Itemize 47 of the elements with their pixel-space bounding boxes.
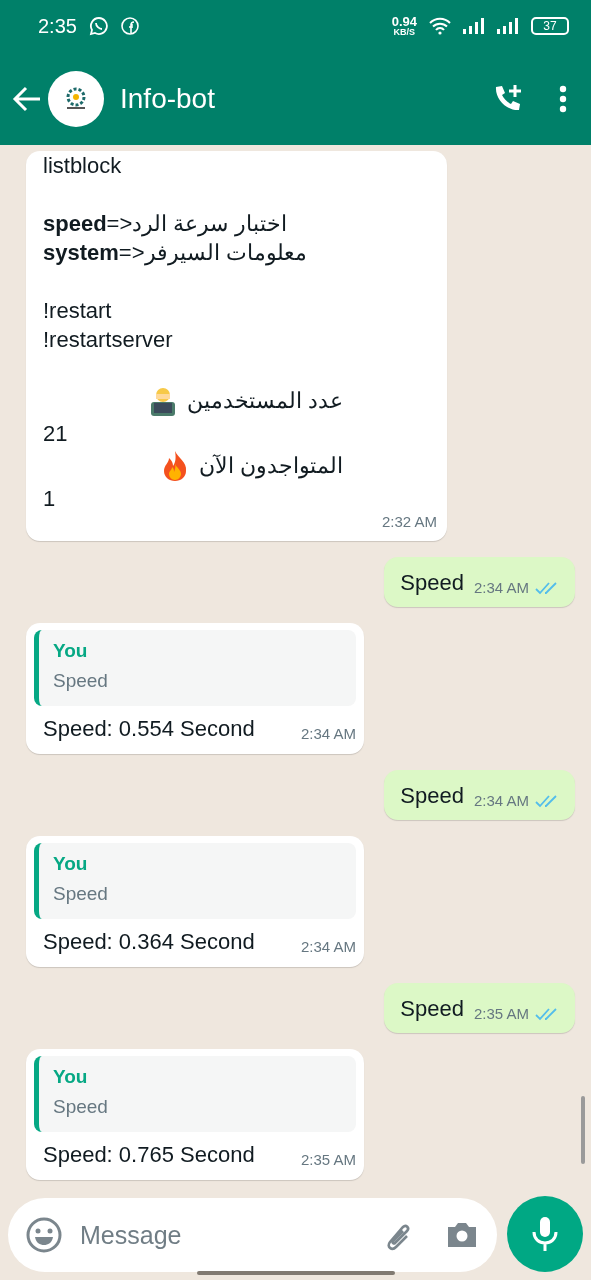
quote-text: Speed (53, 883, 109, 905)
emoji-icon[interactable] (26, 1217, 62, 1253)
quote-text: Speed (53, 1096, 109, 1118)
quote-author: You (53, 640, 89, 662)
message-time: 2:34 AM (473, 579, 529, 596)
message-text: عدد المستخدمين (186, 387, 343, 416)
quoted-message[interactable]: You Speed (34, 1056, 356, 1132)
message-text: المتواجدون الآن (198, 452, 343, 481)
message-time: 2:35 AM (473, 1005, 529, 1022)
message-time: 2:32 AM (381, 513, 437, 530)
message-text: 1 (43, 486, 56, 511)
person-laptop-icon (148, 386, 177, 416)
quote-text: Speed (53, 670, 109, 692)
back-arrow-icon[interactable] (12, 85, 42, 112)
network-speed: 0.94 (391, 15, 417, 28)
message-text: listblock (43, 153, 122, 178)
quote-author: You (53, 853, 89, 875)
message-text: Speed: 0.554 Second (43, 716, 255, 742)
message-text: Speed: 0.364 Second (43, 929, 255, 955)
chat-title[interactable]: Info-bot (120, 82, 215, 115)
quote-author: You (53, 1066, 89, 1088)
message-text: Speed (400, 783, 464, 809)
message-text: Speed (400, 570, 464, 596)
message-time: 2:34 AM (300, 938, 356, 955)
status-time: 2:35 (38, 14, 77, 38)
quoted-message[interactable]: You Speed (34, 630, 356, 706)
message-text: 21 (43, 421, 68, 446)
quoted-message[interactable]: You Speed (34, 843, 356, 919)
wifi-icon (429, 17, 451, 35)
menu-icon[interactable] (559, 84, 567, 113)
message-field[interactable]: Message (78, 1219, 363, 1251)
scrollbar[interactable] (581, 1096, 585, 1164)
network-unit: KB/S (393, 28, 416, 37)
message-text: !restartserver (43, 327, 173, 352)
battery-level: 37 (531, 17, 569, 35)
microphone-icon (531, 1215, 559, 1253)
message-time: 2:35 AM (300, 1151, 356, 1168)
chat-bubble-icon (88, 16, 109, 36)
message-time: 2:34 AM (300, 725, 356, 742)
camera-icon[interactable] (445, 1220, 479, 1250)
message-time: 2:34 AM (473, 792, 529, 809)
message-text: Speed: 0.765 Second (43, 1142, 255, 1168)
message-text: Speed (400, 996, 464, 1022)
message-text: !restart (43, 298, 112, 323)
signal-icon (497, 17, 519, 35)
signal-icon (463, 17, 485, 35)
circle-f-icon (120, 17, 139, 35)
